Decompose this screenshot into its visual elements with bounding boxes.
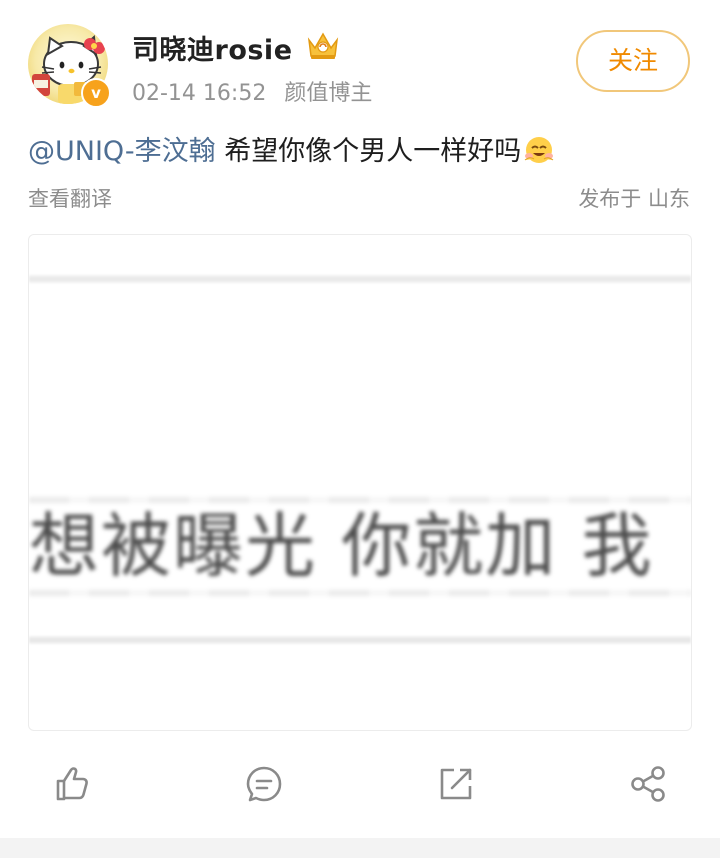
repost-button[interactable] <box>434 762 478 806</box>
share-button[interactable] <box>626 762 670 806</box>
image-divider-bottom <box>29 636 691 644</box>
image-caption-text: 想被曝光 你就加 我 <box>29 505 654 587</box>
weibo-post: v 司晓迪rosie 02-14 16:52 颜值博主 关注 @UNIQ-李汶翰 … <box>0 0 720 858</box>
like-button[interactable] <box>50 762 94 806</box>
translate-link[interactable]: 查看翻译 <box>28 183 112 213</box>
comment-bubble-icon <box>246 766 282 802</box>
share-nodes-icon <box>631 766 665 802</box>
follow-button[interactable]: 关注 <box>576 30 690 92</box>
crown-icon[interactable] <box>303 28 343 62</box>
bottom-divider <box>0 838 720 858</box>
post-body-text: 希望你像个男人一样好吗 <box>215 136 522 167</box>
author-tag: 颜值博主 <box>284 81 373 106</box>
post-meta: 02-14 16:52 颜值博主 <box>132 75 372 107</box>
image-divider-top <box>29 275 691 283</box>
smiling-face-emoji-icon <box>523 134 555 166</box>
post-location: 发布于 山东 <box>578 187 690 211</box>
post-image[interactable]: 想被曝光 你就加 我 <box>28 234 692 731</box>
mention-link[interactable]: @UNIQ-李汶翰 <box>28 136 216 167</box>
verified-badge-icon: v <box>81 78 111 108</box>
thumbs-up-icon <box>56 767 88 801</box>
image-blur-row <box>29 590 691 596</box>
post-text: @UNIQ-李汶翰 希望你像个男人一样好吗 <box>28 132 555 172</box>
post-time: 02-14 16:52 <box>132 81 267 106</box>
username[interactable]: 司晓迪rosie <box>132 28 293 67</box>
comment-button[interactable] <box>242 762 286 806</box>
repost-share-icon <box>440 768 472 800</box>
